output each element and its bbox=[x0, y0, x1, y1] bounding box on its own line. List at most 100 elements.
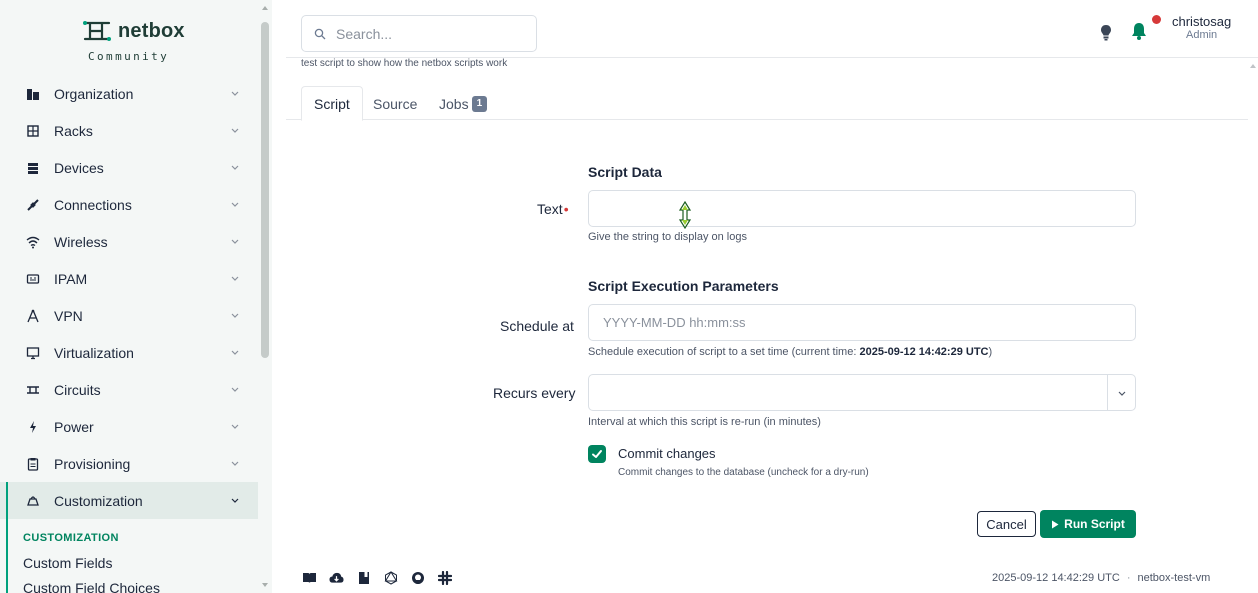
netbox-logo[interactable]: netbox bbox=[82, 18, 185, 44]
devices-icon bbox=[24, 159, 42, 177]
app-window: netbox Community Organization Racks Devi… bbox=[0, 0, 1258, 593]
sidebar-item-provisioning[interactable]: Provisioning bbox=[0, 445, 258, 482]
power-icon bbox=[24, 418, 42, 436]
sidebar-scrollbar[interactable] bbox=[258, 0, 272, 593]
sidebar-item-virtualization[interactable]: Virtualization bbox=[0, 334, 258, 371]
run-script-label: Run Script bbox=[1064, 517, 1125, 531]
customization-icon bbox=[24, 492, 42, 510]
sidebar-item-label: Devices bbox=[54, 159, 104, 176]
organization-icon bbox=[24, 85, 42, 103]
connections-icon bbox=[24, 196, 42, 214]
footer-links bbox=[302, 570, 452, 585]
text-field-label: Text• bbox=[537, 201, 569, 217]
sidebar-item-power[interactable]: Power bbox=[0, 408, 258, 445]
page-scrollbar[interactable] bbox=[1248, 58, 1258, 593]
sidebar-item-circuits[interactable]: Circuits bbox=[0, 371, 258, 408]
tab-label: Script bbox=[314, 95, 350, 112]
lightbulb-icon[interactable] bbox=[1100, 24, 1112, 42]
tab-source[interactable]: Source bbox=[373, 86, 417, 121]
virtualization-icon bbox=[24, 344, 42, 362]
top-bar: christosag Admin bbox=[286, 0, 1258, 58]
tab-script[interactable]: Script bbox=[301, 86, 363, 121]
brand[interactable]: netbox Community bbox=[0, 0, 258, 76]
user-role: Admin bbox=[1186, 29, 1218, 41]
sidebar-link-custom-field-choices[interactable]: Custom Field Choices bbox=[23, 580, 160, 593]
sidebar-item-customization[interactable]: Customization bbox=[0, 482, 258, 519]
sidebar-item-devices[interactable]: Devices bbox=[0, 149, 258, 186]
sidebar-item-label: Virtualization bbox=[54, 344, 134, 361]
bookmark-icon[interactable] bbox=[356, 570, 371, 585]
chevron-down-icon bbox=[231, 424, 239, 429]
text-help: Give the string to display on logs bbox=[588, 231, 747, 243]
docs-book-icon[interactable] bbox=[302, 570, 317, 585]
sidebar-item-label: Organization bbox=[54, 85, 134, 102]
text-input[interactable] bbox=[588, 190, 1136, 227]
tab-jobs[interactable]: Jobs 1 bbox=[439, 86, 488, 121]
chevron-down-icon bbox=[231, 91, 239, 96]
schedule-label: Schedule at bbox=[500, 318, 574, 334]
footer-hostname: netbox-test-vm bbox=[1137, 572, 1211, 584]
script-description: test script to show how the netbox scrip… bbox=[301, 58, 508, 69]
footer-separator: · bbox=[1126, 572, 1131, 584]
circuits-icon bbox=[24, 381, 42, 399]
sidebar-scrollbar-thumb[interactable] bbox=[261, 22, 269, 358]
commit-checkbox[interactable] bbox=[588, 445, 606, 463]
commit-help: Commit changes to the database (uncheck … bbox=[618, 467, 869, 478]
sidebar-item-label: Connections bbox=[54, 196, 132, 213]
chevron-down-icon bbox=[231, 128, 239, 133]
schedule-help: Schedule execution of script to a set ti… bbox=[588, 346, 992, 358]
sidebar-item-label: Circuits bbox=[54, 381, 101, 398]
schedule-help-text: Schedule execution of script to a set ti… bbox=[588, 346, 860, 358]
execution-params-title: Script Execution Parameters bbox=[588, 278, 779, 294]
scroll-down-arrow-icon[interactable] bbox=[262, 583, 268, 587]
sidebar-item-organization[interactable]: Organization bbox=[0, 75, 258, 112]
sidebar-link-custom-fields[interactable]: Custom Fields bbox=[23, 555, 112, 571]
brand-tagline: Community bbox=[88, 50, 170, 63]
netbox-logo-icon bbox=[83, 21, 111, 41]
slack-icon[interactable] bbox=[437, 570, 452, 585]
user-name[interactable]: christosag bbox=[1172, 14, 1231, 29]
recurs-help: Interval at which this script is re-run … bbox=[588, 416, 821, 428]
search-input[interactable] bbox=[336, 25, 516, 42]
tab-label: Jobs bbox=[439, 95, 469, 112]
run-script-button[interactable]: Run Script bbox=[1040, 510, 1136, 538]
brand-name: netbox bbox=[118, 19, 185, 42]
github-icon[interactable] bbox=[410, 570, 425, 585]
sidebar-item-label: Provisioning bbox=[54, 455, 131, 472]
recurs-select[interactable] bbox=[588, 374, 1136, 411]
chevron-down-icon bbox=[231, 350, 239, 355]
notifications-bell-icon[interactable] bbox=[1129, 21, 1149, 41]
sidebar-item-label: Racks bbox=[54, 122, 93, 139]
chevron-down-icon bbox=[1118, 391, 1125, 396]
chevron-down-icon bbox=[231, 313, 239, 318]
sidebar-item-ipam[interactable]: IPAM bbox=[0, 260, 258, 297]
sidebar-item-racks[interactable]: Racks bbox=[0, 112, 258, 149]
commit-label[interactable]: Commit changes bbox=[618, 446, 716, 461]
recurs-dropdown-toggle[interactable] bbox=[1107, 375, 1135, 410]
schedule-help-suffix: ) bbox=[988, 346, 993, 358]
cloud-api-icon[interactable] bbox=[329, 570, 344, 585]
required-marker: • bbox=[563, 201, 569, 217]
sidebar-item-label: Power bbox=[54, 418, 94, 435]
script-data-title: Script Data bbox=[588, 164, 662, 180]
scroll-up-arrow-icon[interactable] bbox=[1250, 64, 1256, 68]
sidebar-item-label: Wireless bbox=[54, 233, 108, 250]
notification-badge bbox=[1152, 15, 1161, 24]
jobs-count-badge: 1 bbox=[471, 95, 488, 112]
current-time: 2025-09-12 14:42:29 UTC bbox=[859, 346, 989, 358]
chevron-down-icon bbox=[231, 165, 239, 170]
sidebar-item-wireless[interactable]: Wireless bbox=[0, 223, 258, 260]
search-box[interactable] bbox=[301, 15, 537, 52]
sidebar-item-connections[interactable]: Connections bbox=[0, 186, 258, 223]
tab-label: Source bbox=[373, 95, 418, 112]
submenu-heading: CUSTOMIZATION bbox=[23, 532, 119, 544]
sidebar-item-vpn[interactable]: VPN bbox=[0, 297, 258, 334]
graphql-icon[interactable] bbox=[383, 570, 398, 585]
cancel-button[interactable]: Cancel bbox=[977, 511, 1036, 537]
schedule-input[interactable] bbox=[588, 304, 1136, 341]
ipam-icon bbox=[24, 270, 42, 288]
footer-timestamp: 2025-09-12 14:42:29 UTC bbox=[992, 572, 1120, 584]
sidebar-item-label: IPAM bbox=[54, 270, 88, 287]
scroll-up-arrow-icon[interactable] bbox=[262, 6, 268, 10]
text-label: Text bbox=[537, 201, 563, 217]
